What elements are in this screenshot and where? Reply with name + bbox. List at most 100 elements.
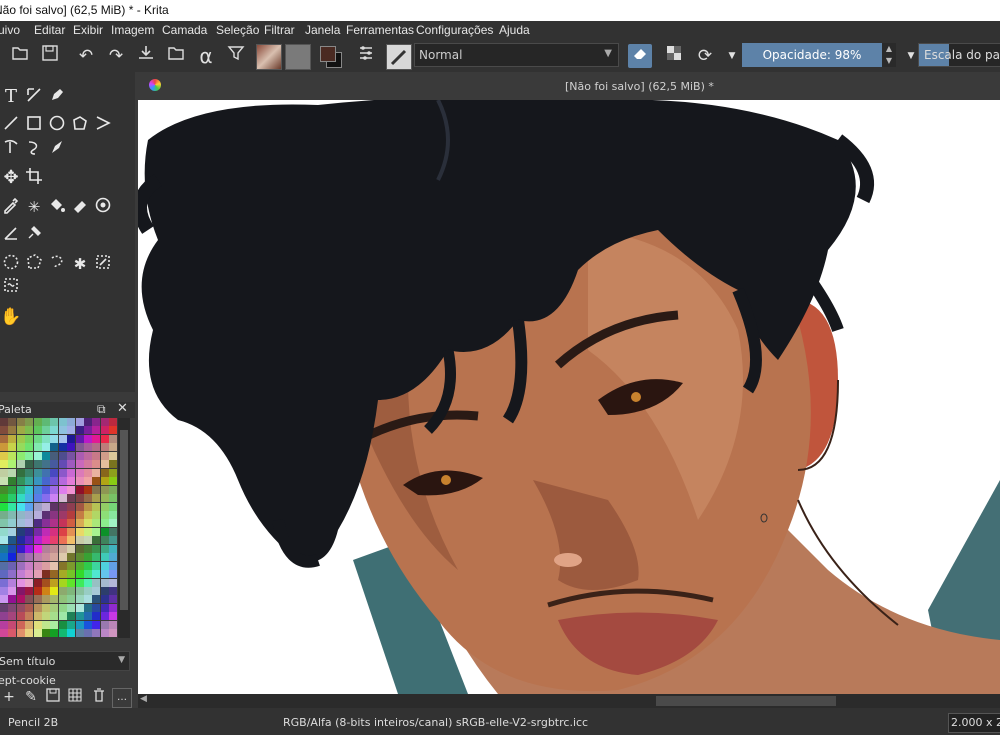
palette-swatch[interactable] — [8, 620, 17, 629]
palette-swatch[interactable] — [92, 451, 101, 460]
palette-swatch[interactable] — [75, 502, 84, 511]
palette-swatch[interactable] — [58, 620, 67, 629]
palette-swatch[interactable] — [100, 578, 109, 587]
palette-swatch[interactable] — [8, 426, 17, 435]
palette-swatch[interactable] — [42, 544, 50, 553]
palette-swatch[interactable] — [0, 460, 8, 469]
palette-swatch[interactable] — [75, 578, 84, 587]
palette-swatch[interactable] — [8, 544, 17, 553]
palette-swatch[interactable] — [75, 434, 84, 443]
folder-icon[interactable] — [164, 44, 188, 68]
palette-swatch[interactable] — [84, 612, 92, 621]
palette-swatch[interactable] — [50, 578, 59, 587]
palette-swatch[interactable] — [8, 460, 17, 469]
palette-swatch[interactable] — [109, 612, 118, 621]
text-tool-icon[interactable]: T — [0, 86, 22, 108]
palette-swatch[interactable] — [0, 434, 8, 443]
palette-swatch[interactable] — [8, 595, 17, 604]
palette-swatch[interactable] — [109, 578, 118, 587]
palette-swatch[interactable] — [67, 629, 76, 638]
palette-swatch[interactable] — [33, 544, 42, 553]
palette-swatch[interactable] — [75, 553, 84, 562]
palette-swatch[interactable] — [92, 443, 101, 452]
palette-swatch[interactable] — [42, 502, 50, 511]
menu-settings[interactable]: Configurações — [416, 23, 493, 37]
palette-swatch[interactable] — [0, 553, 8, 562]
palette-swatch[interactable] — [50, 587, 59, 595]
palette-swatch[interactable] — [75, 629, 84, 638]
polyline-tool-icon[interactable] — [92, 114, 114, 136]
add-icon[interactable]: + — [0, 688, 18, 706]
filter-icon[interactable] — [224, 44, 248, 68]
palette-swatch[interactable] — [84, 460, 92, 469]
palette-swatch[interactable] — [42, 494, 50, 503]
palette-swatch[interactable] — [67, 553, 76, 562]
palette-swatch[interactable] — [58, 468, 67, 477]
palette-swatch[interactable] — [58, 587, 67, 595]
palette-swatch[interactable] — [33, 553, 42, 562]
color-picker-tool-icon[interactable] — [0, 196, 22, 218]
undo-icon[interactable]: ↶ — [74, 44, 98, 68]
pattern-icon[interactable] — [285, 44, 311, 70]
palette-swatch[interactable] — [58, 426, 67, 435]
palette-swatch[interactable] — [109, 544, 118, 553]
palette-swatch[interactable] — [58, 443, 67, 452]
palette-swatch[interactable] — [84, 536, 92, 545]
palette-swatch[interactable] — [16, 561, 25, 570]
palette-swatch[interactable] — [100, 477, 109, 486]
palette-swatch[interactable] — [58, 536, 67, 545]
palette-swatch[interactable] — [109, 502, 118, 511]
palette-swatch[interactable] — [58, 510, 67, 519]
palette-swatch[interactable] — [67, 544, 76, 553]
palette-swatch[interactable] — [16, 418, 25, 426]
palette-swatch[interactable] — [16, 620, 25, 629]
palette-swatch[interactable] — [42, 443, 50, 452]
palette-swatch[interactable] — [25, 561, 34, 570]
palette-swatch[interactable] — [75, 536, 84, 545]
palette-swatch[interactable] — [84, 418, 92, 426]
palette-swatch[interactable] — [84, 587, 92, 595]
palette-swatch[interactable] — [25, 485, 34, 494]
palette-swatch[interactable] — [25, 620, 34, 629]
settings-icon[interactable] — [354, 44, 378, 68]
palette-swatch[interactable] — [8, 434, 17, 443]
palette-swatch[interactable] — [100, 510, 109, 519]
gradient-tool-icon[interactable] — [69, 196, 91, 218]
palette-swatch[interactable] — [50, 603, 59, 612]
bezier-select-tool-icon[interactable] — [0, 276, 22, 298]
palette-swatch[interactable] — [33, 620, 42, 629]
palette-swatch[interactable] — [100, 418, 109, 426]
palette-swatch[interactable] — [8, 578, 17, 587]
palette-swatch[interactable] — [16, 494, 25, 503]
palette-swatch[interactable] — [109, 418, 118, 426]
palette-swatch[interactable] — [109, 603, 118, 612]
palette-swatch[interactable] — [42, 612, 50, 621]
palette-swatch[interactable] — [0, 418, 8, 426]
import-icon[interactable] — [134, 44, 158, 68]
palette-swatch[interactable] — [16, 544, 25, 553]
palette-swatch[interactable] — [50, 561, 59, 570]
palette-swatch[interactable] — [16, 443, 25, 452]
palette-swatch[interactable] — [100, 561, 109, 570]
palette-swatch[interactable] — [0, 519, 8, 528]
palette-swatch[interactable] — [33, 612, 42, 621]
palette-swatch[interactable] — [42, 519, 50, 528]
rectangle-tool-icon[interactable] — [23, 114, 45, 136]
palette-swatch[interactable] — [100, 587, 109, 595]
palette-swatch[interactable] — [58, 502, 67, 511]
palette-swatch[interactable] — [42, 477, 50, 486]
palette-swatch[interactable] — [75, 587, 84, 595]
palette-swatch[interactable] — [67, 451, 76, 460]
palette-swatch[interactable] — [75, 477, 84, 486]
palette-swatch[interactable] — [92, 629, 101, 638]
palette-swatch[interactable] — [8, 502, 17, 511]
redo-icon[interactable]: ↷ — [104, 44, 128, 68]
palette-swatch[interactable] — [50, 468, 59, 477]
palette-swatch[interactable] — [67, 578, 76, 587]
palette-swatch[interactable] — [100, 460, 109, 469]
palette-swatch[interactable] — [75, 494, 84, 503]
palette-swatch[interactable] — [0, 510, 8, 519]
palette-swatch[interactable] — [58, 418, 67, 426]
palette-swatch[interactable] — [67, 494, 76, 503]
palette-swatch[interactable] — [67, 612, 76, 621]
